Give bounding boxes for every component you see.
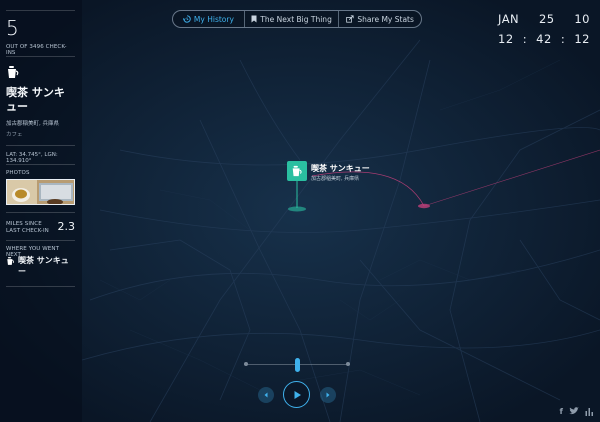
previous-button[interactable] [258,387,274,403]
date-time-display: JAN 25 10 12 : 42 : 12 [498,12,590,46]
social-links: f [560,407,594,416]
clock-separator: : [522,32,528,46]
share-icon [346,15,355,23]
twitter-icon[interactable] [569,407,579,415]
play-button[interactable] [283,381,310,408]
tab-my-history[interactable]: My History [173,11,244,27]
history-icon [182,15,191,23]
divider [6,164,75,165]
venue-category: カフェ [6,132,23,138]
venue-name: 喫茶 サンキュー [6,86,65,113]
previous-location-dot [418,203,430,209]
miles-value: 2.3 [57,220,76,233]
map-marker[interactable] [287,161,307,181]
timeline-handle[interactable] [295,358,300,372]
clock-month: JAN [498,12,520,26]
marker-label: 喫茶 サンキュー 加古郡稲美町, 兵庫県 [311,163,370,182]
clock-hour: 12 [498,32,514,46]
bookmark-icon [251,15,257,23]
venue-icon [6,64,75,83]
clock-day: 25 [538,12,555,26]
divider [6,56,75,57]
clock-second: 12 [574,32,590,46]
sidebar: 5 OUT OF 3496 CHECK-INS 喫茶 サンキュー 加古郡稲美町,… [0,0,82,422]
photos-label: PHOTOS [6,170,30,176]
stats-icon[interactable] [585,407,594,416]
play-icon [294,390,301,399]
clock-minute: 42 [536,32,552,46]
photo-thumbnail[interactable] [6,179,75,205]
timeline-end-dot [346,362,350,366]
clock-separator: : [560,32,566,46]
checkin-count: 5 [6,16,75,40]
teapot-icon [7,257,14,265]
tab-share-my-stats-label: Share My Stats [357,14,414,24]
tab-next-big-thing-label: The Next Big Thing [260,14,332,24]
chevron-left-icon [264,392,268,398]
timeline-start-dot [244,362,248,366]
facebook-icon[interactable]: f [560,407,563,416]
next-button[interactable] [320,387,336,403]
next-venue-name: 喫茶 サンキュー [18,256,69,276]
marker-tile [287,161,307,181]
marker-location: 加古郡稲美町, 兵庫県 [311,176,360,182]
next-venue[interactable]: 喫茶 サンキュー [6,255,75,277]
tab-next-big-thing[interactable]: The Next Big Thing [243,11,338,27]
tab-my-history-label: My History [193,14,234,24]
teapot-icon [8,66,19,78]
timeline-slider[interactable] [244,358,350,374]
marker-name: 喫茶 サンキュー [311,164,370,173]
coordinates: LAT: 34.745°, LGN: 134.910° [6,152,58,164]
divider [6,286,75,287]
tab-share-my-stats[interactable]: Share My Stats [338,11,421,27]
teapot-icon [292,165,302,177]
venue-location: 加古郡稲美町, 兵庫県 [6,121,59,127]
checkin-caption: OUT OF 3496 CHECK-INS [6,44,67,56]
divider [6,145,75,146]
top-nav: My History The Next Big Thing Share My S… [172,10,422,28]
clock-year: 10 [574,12,590,26]
divider [6,212,75,213]
divider [6,10,75,11]
chevron-right-icon [326,392,330,398]
divider [6,240,75,241]
checkin-count-value: 5 [6,16,19,40]
